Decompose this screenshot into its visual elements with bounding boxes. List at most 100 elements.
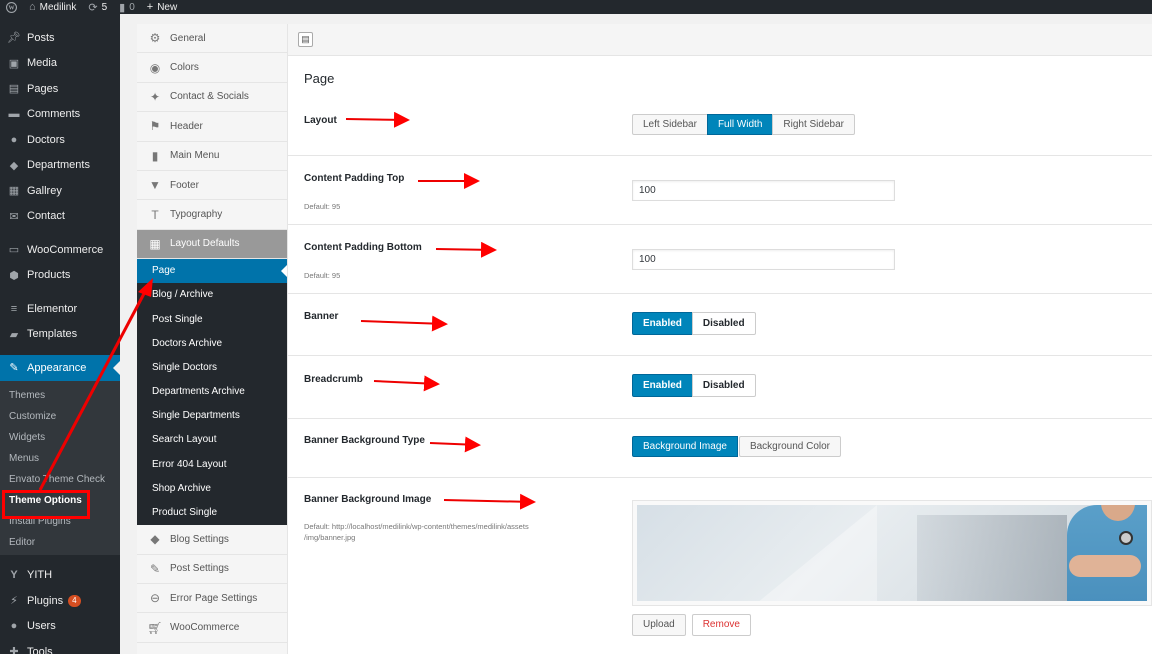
- menu-label: Media: [27, 57, 57, 70]
- menu-posts[interactable]: 📌︎ Posts: [0, 25, 120, 51]
- submenu-envato-theme-check[interactable]: Envato Theme Check: [0, 469, 120, 490]
- group-label: Typography: [170, 209, 223, 221]
- options-group-general[interactable]: ⚙ General: [137, 24, 287, 54]
- menu-label: Pages: [27, 82, 59, 95]
- submenu-widgets[interactable]: Widgets: [0, 427, 120, 448]
- menu-tools[interactable]: ✚ Tools: [0, 639, 120, 654]
- bg-type-color-button[interactable]: Background Color: [738, 436, 841, 457]
- options-group-colors[interactable]: ◉ Colors: [137, 53, 287, 83]
- menu-appearance[interactable]: ✎ Appearance: [0, 355, 120, 381]
- options-main-panel: ▤ Page Layout Left Sidebar Full Width Ri…: [288, 24, 1152, 654]
- toggle-view-icon[interactable]: ▤: [298, 32, 313, 47]
- layout-sub-shop-archive[interactable]: Shop Archive: [137, 477, 287, 501]
- breadcrumb-enabled-button[interactable]: Enabled: [632, 374, 693, 397]
- menu-label: Appearance: [27, 361, 87, 374]
- layout-full-width-button[interactable]: Full Width: [706, 114, 774, 135]
- layout-sub-single-departments[interactable]: Single Departments: [137, 404, 287, 428]
- menu-label: Gallrey: [27, 184, 62, 197]
- paintbrush-icon: ✎: [9, 362, 19, 375]
- group-label: Post Settings: [170, 563, 229, 575]
- minus-circle-icon: ⊖: [149, 591, 161, 606]
- layout-sub-departments-archive[interactable]: Departments Archive: [137, 380, 287, 404]
- updates-icon: ⟳: [88, 1, 98, 14]
- remove-button[interactable]: Remove: [691, 614, 751, 636]
- menu-label: WooCommerce: [27, 243, 104, 256]
- layout-sub-post-single[interactable]: Post Single: [137, 308, 287, 332]
- options-group-main-menu[interactable]: ▮ Main Menu: [137, 141, 287, 171]
- upload-button[interactable]: Upload: [632, 614, 686, 636]
- options-group-footer[interactable]: ▼ Footer: [137, 170, 287, 201]
- padding-bottom-input[interactable]: [632, 249, 895, 270]
- layout-sub-blog-archive[interactable]: Blog / Archive: [137, 283, 287, 307]
- layout-left-sidebar-button[interactable]: Left Sidebar: [632, 114, 708, 135]
- group-label: WooCommerce: [170, 622, 240, 634]
- menu-gallery[interactable]: ▦ Gallrey: [0, 178, 120, 204]
- layout-sub-page[interactable]: Page: [137, 259, 287, 284]
- layout-sub-single-doctors[interactable]: Single Doctors: [137, 356, 287, 380]
- layout-sub-product-single[interactable]: Product Single: [137, 501, 287, 525]
- comments-link[interactable]: ▮ 0: [119, 1, 135, 14]
- breadcrumb-disabled-button[interactable]: Disabled: [691, 374, 756, 397]
- menu-contact[interactable]: ✉ Contact: [0, 204, 120, 230]
- menu-departments[interactable]: ◆ Departments: [0, 153, 120, 179]
- layout-right-sidebar-button[interactable]: Right Sidebar: [772, 114, 855, 135]
- site-name-link[interactable]: ⌂ Medilink: [29, 1, 76, 13]
- edit-icon: ✎: [149, 561, 161, 576]
- layout-sub-search-layout[interactable]: Search Layout: [137, 428, 287, 452]
- wordpress-logo-icon[interactable]: W: [6, 1, 17, 13]
- padding-top-input[interactable]: [632, 180, 895, 201]
- options-group-typography[interactable]: T Typography: [137, 200, 287, 230]
- menu-media[interactable]: ▣ Media: [0, 51, 120, 77]
- menu-yith[interactable]: Y YITH: [0, 563, 120, 589]
- section-title: Page: [304, 71, 335, 86]
- grid-icon: ▦: [149, 236, 161, 251]
- group-label: Header: [170, 120, 203, 132]
- layout-sub-doctors-archive[interactable]: Doctors Archive: [137, 332, 287, 356]
- new-content-link[interactable]: + New: [147, 1, 177, 13]
- menu-plugins[interactable]: ⚡︎ Plugins 4: [0, 588, 120, 614]
- menu-pages[interactable]: ▤ Pages: [0, 76, 120, 102]
- options-group-layout-defaults[interactable]: ▦ Layout Defaults: [137, 229, 287, 260]
- banner-enabled-button[interactable]: Enabled: [632, 312, 693, 335]
- banner-disabled-button[interactable]: Disabled: [691, 312, 756, 335]
- banner-bg-type-label: Banner Background Type: [304, 435, 425, 446]
- comments-count: 0: [129, 1, 135, 13]
- doctors-icon: ●: [10, 133, 18, 146]
- group-label: Error Page Settings: [170, 592, 258, 604]
- padding-bottom-desc: Default: 95: [304, 271, 341, 280]
- menu-comments[interactable]: ▬ Comments: [0, 102, 120, 128]
- options-group-contact-socials[interactable]: ✦ Contact & Socials: [137, 82, 287, 113]
- options-group-blog-settings[interactable]: ◆ Blog Settings: [137, 525, 287, 555]
- banner-row: Banner Enabled Disabled: [288, 294, 1152, 356]
- group-label: General: [170, 32, 206, 44]
- layout-button-set: Left Sidebar Full Width Right Sidebar: [632, 114, 855, 135]
- layout-defaults-submenu: Page Blog / Archive Post Single Doctors …: [137, 259, 287, 526]
- contact-icon: ✉: [9, 210, 19, 223]
- menu-users[interactable]: ● Users: [0, 614, 120, 640]
- layout-sub-error-404[interactable]: Error 404 Layout: [137, 453, 287, 477]
- pin-icon: 📌︎: [7, 32, 21, 45]
- menu-doctors[interactable]: ● Doctors: [0, 127, 120, 153]
- updates-link[interactable]: ⟳ 5: [88, 1, 107, 14]
- triangle-down-icon: ▼: [149, 178, 161, 193]
- options-group-woocommerce[interactable]: 🛒︎ WooCommerce: [137, 613, 287, 643]
- submenu-themes[interactable]: Themes: [0, 385, 120, 406]
- bg-type-image-button[interactable]: Background Image: [632, 436, 738, 457]
- submenu-customize[interactable]: Customize: [0, 406, 120, 427]
- menu-label: Elementor: [27, 302, 78, 315]
- submenu-menus[interactable]: Menus: [0, 448, 120, 469]
- menu-products[interactable]: ⬢ Products: [0, 263, 120, 289]
- menu-elementor[interactable]: ≡ Elementor: [0, 296, 120, 322]
- plus-icon: +: [146, 1, 154, 13]
- menu-label: YITH: [27, 569, 53, 582]
- menu-woocommerce[interactable]: ▭ WooCommerce: [0, 237, 120, 263]
- gear-icon: ⚙: [149, 31, 161, 46]
- comments-icon: ▬: [8, 108, 20, 121]
- submenu-editor[interactable]: Editor: [0, 532, 120, 553]
- options-group-header[interactable]: ⚑ Header: [137, 112, 287, 142]
- options-group-error-page-settings[interactable]: ⊖ Error Page Settings: [137, 583, 287, 614]
- breadcrumb-switch: Enabled Disabled: [632, 374, 756, 397]
- options-group-post-settings[interactable]: ✎ Post Settings: [137, 554, 287, 584]
- menu-templates[interactable]: ▰ Templates: [0, 322, 120, 348]
- departments-icon: ◆: [9, 159, 19, 172]
